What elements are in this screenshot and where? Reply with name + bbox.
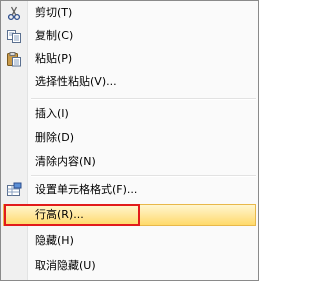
menu-item-paste[interactable]: 粘贴(P) <box>3 48 256 70</box>
menu-item-clear-contents[interactable]: 清除内容(N) <box>3 151 256 173</box>
copy-icon <box>6 28 22 44</box>
menu-item-label: 插入(I) <box>35 107 69 120</box>
menu-separator <box>31 175 256 177</box>
menu-item-copy[interactable]: 复制(C) <box>3 25 256 47</box>
menu-item-label: 取消隐藏(U) <box>35 259 96 272</box>
menu-item-delete[interactable]: 删除(D) <box>3 127 256 149</box>
annotation-highlight-box <box>4 204 140 226</box>
menu-item-label: 隐藏(H) <box>35 234 74 247</box>
menu-item-label: 剪切(T) <box>35 6 73 19</box>
menu-item-label: 选择性粘贴(V)... <box>35 75 117 88</box>
context-menu: 剪切(T) 复制(C) 粘贴(P) 选择性粘贴(V)... 插入(I) 删除(D… <box>0 0 259 281</box>
menu-item-label: 复制(C) <box>35 29 74 42</box>
menu-item-hide[interactable]: 隐藏(H) <box>3 230 256 252</box>
menu-item-label: 粘贴(P) <box>35 52 73 65</box>
menu-item-label: 设置单元格格式(F)... <box>35 183 138 196</box>
menu-item-unhide[interactable]: 取消隐藏(U) <box>3 255 256 277</box>
menu-item-label: 清除内容(N) <box>35 155 96 168</box>
menu-item-paste-special[interactable]: 选择性粘贴(V)... <box>3 71 256 93</box>
scissors-icon <box>6 5 22 21</box>
menu-item-format-cells[interactable]: 设置单元格格式(F)... <box>3 179 256 201</box>
format-cells-icon <box>6 182 22 198</box>
paste-icon <box>6 51 22 67</box>
menu-separator <box>31 98 256 100</box>
menu-item-label: 删除(D) <box>35 131 75 144</box>
menu-item-insert[interactable]: 插入(I) <box>3 103 256 125</box>
menu-item-cut[interactable]: 剪切(T) <box>3 2 256 24</box>
